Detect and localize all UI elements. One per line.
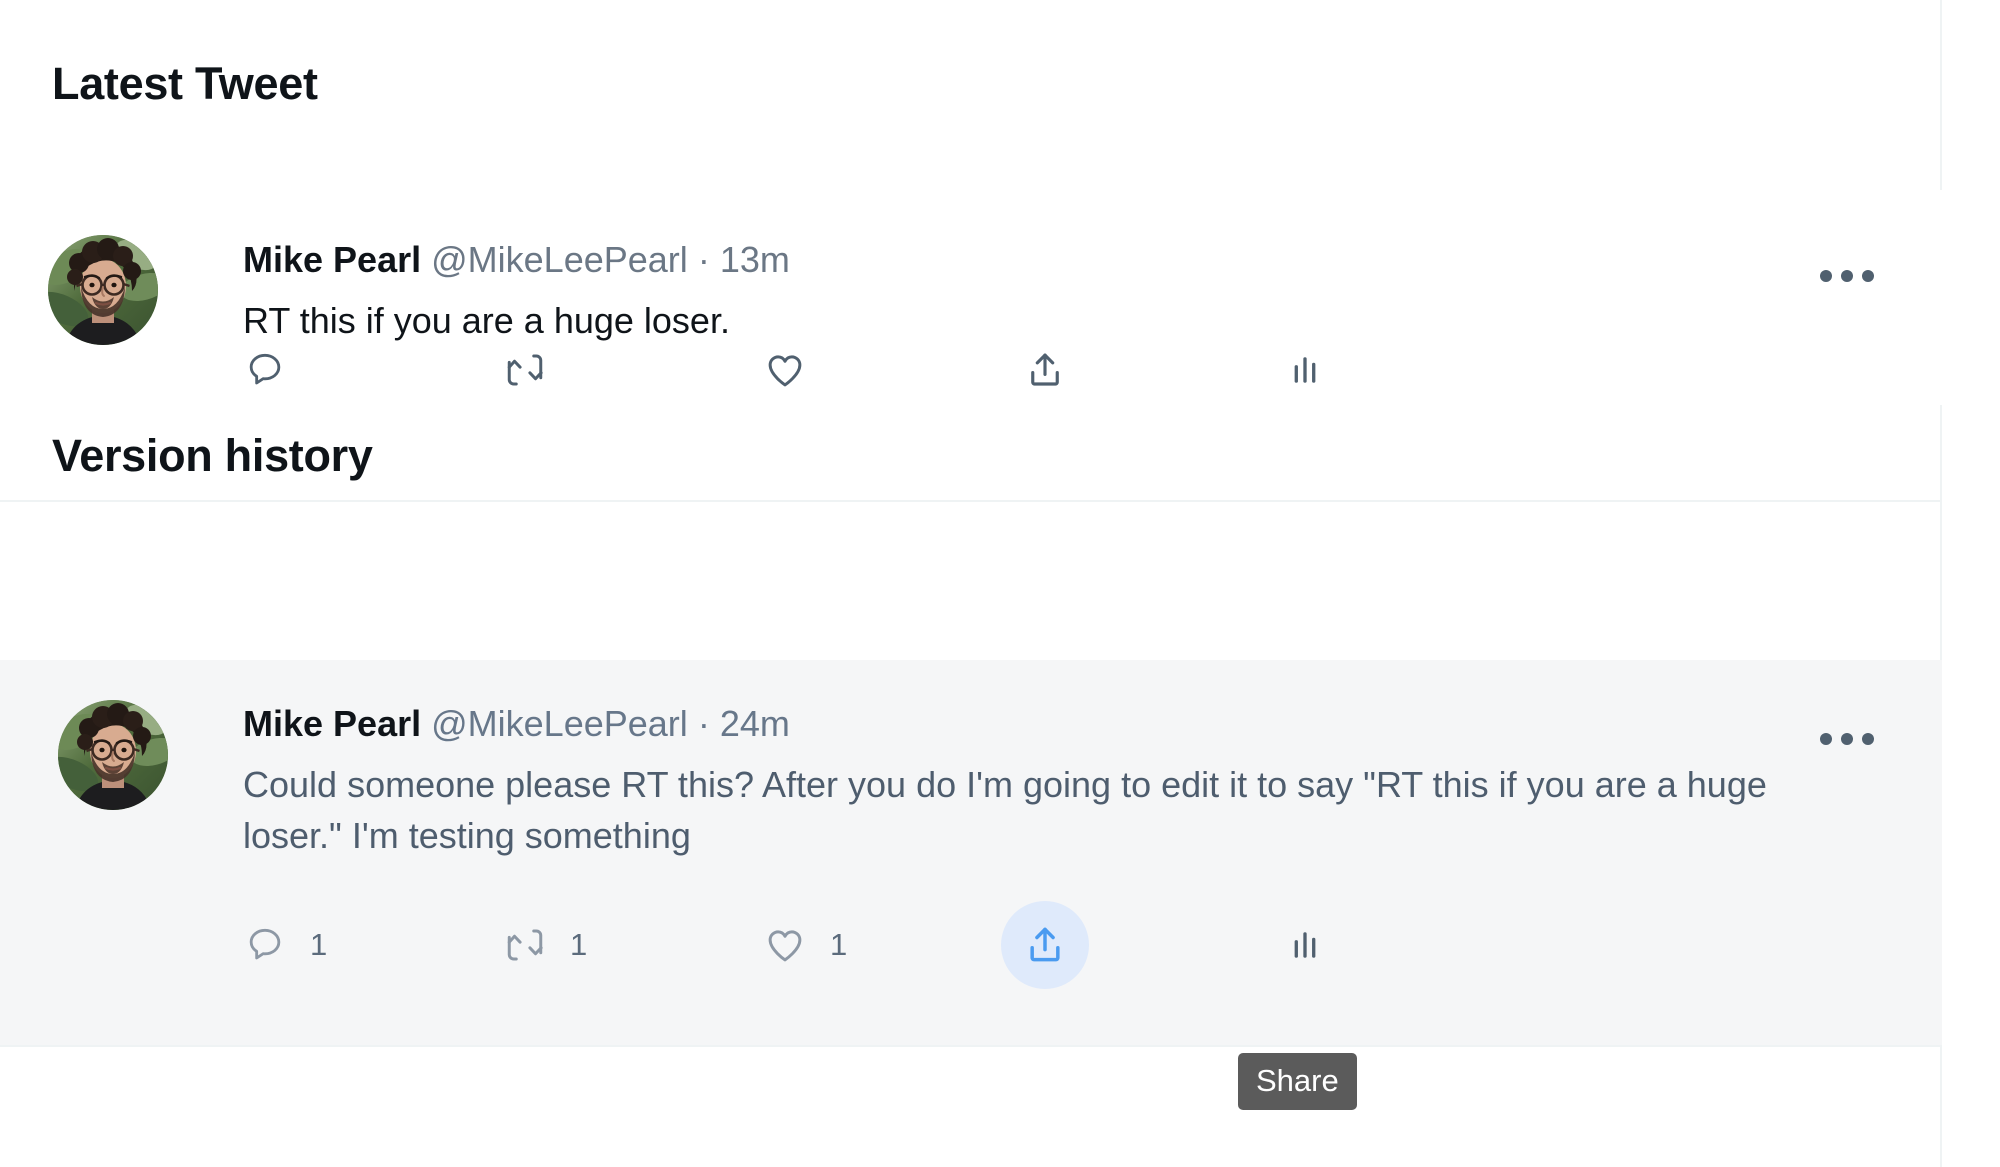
- section-heading-latest-tweet: Latest Tweet: [52, 58, 318, 109]
- retweet-button[interactable]: 1: [490, 910, 587, 980]
- retweet-count: 1: [570, 927, 588, 962]
- retweet-button[interactable]: [490, 335, 570, 405]
- separator-dot: ·: [697, 703, 710, 744]
- section-divider-1: [0, 500, 1942, 502]
- avatar[interactable]: [58, 700, 168, 810]
- share-tooltip: Share: [1238, 1053, 1357, 1110]
- tweet-latest[interactable]: Mike Pearl @MikeLeePearl · 13m RT this i…: [0, 190, 1942, 405]
- dot-2: [1841, 270, 1853, 282]
- avatar[interactable]: [48, 235, 158, 345]
- analytics-icon: [1270, 335, 1340, 405]
- share-icon: [1001, 901, 1089, 989]
- tweet-header: Mike Pearl @MikeLeePearl · 24m: [243, 702, 1843, 746]
- timeline-column: Latest Tweet Mike Pearl @MikeLeePearl · …: [0, 0, 1942, 1167]
- retweet-icon: [490, 335, 560, 405]
- share-icon: [1010, 335, 1080, 405]
- tweet-body: Mike Pearl @MikeLeePearl · 24m Could som…: [243, 702, 1843, 861]
- section-divider-2: [0, 1045, 1942, 1047]
- reply-icon: [230, 910, 300, 980]
- display-name[interactable]: Mike Pearl: [243, 703, 421, 744]
- tweet-body: Mike Pearl @MikeLeePearl · 13m RT this i…: [243, 238, 790, 346]
- separator-dot: ·: [697, 239, 710, 280]
- share-button[interactable]: [1001, 901, 1099, 989]
- views-button[interactable]: [1270, 910, 1350, 980]
- like-count: 1: [830, 927, 848, 962]
- tweet-text: Could someone please RT this? After you …: [243, 764, 1767, 856]
- share-button[interactable]: [1010, 335, 1090, 405]
- timestamp[interactable]: 13m: [720, 239, 790, 280]
- dot-2: [1841, 733, 1853, 745]
- analytics-icon: [1270, 910, 1340, 980]
- heart-icon: [750, 910, 820, 980]
- dot-1: [1820, 270, 1832, 282]
- timestamp[interactable]: 24m: [720, 703, 790, 744]
- user-handle[interactable]: @MikeLeePearl: [431, 703, 688, 744]
- right-gutter: [1944, 0, 2000, 1167]
- more-options-button[interactable]: [1816, 245, 1878, 307]
- dot-1: [1820, 733, 1832, 745]
- user-handle[interactable]: @MikeLeePearl: [431, 239, 688, 280]
- avatar-image: [48, 235, 158, 345]
- tweet-action-bar: 1 1 1: [243, 901, 1603, 989]
- screen-root: Latest Tweet Mike Pearl @MikeLeePearl · …: [0, 0, 2000, 1167]
- avatar-image: [58, 700, 168, 810]
- dot-3: [1862, 270, 1874, 282]
- tweet-action-bar: [243, 335, 1603, 405]
- views-button[interactable]: [1270, 335, 1350, 405]
- reply-icon: [230, 335, 300, 405]
- more-options-button[interactable]: [1816, 708, 1878, 770]
- tweet-header: Mike Pearl @MikeLeePearl · 13m: [243, 238, 790, 282]
- like-button[interactable]: [750, 335, 830, 405]
- reply-button[interactable]: 1: [230, 910, 327, 980]
- reply-count: 1: [310, 927, 328, 962]
- display-name[interactable]: Mike Pearl: [243, 239, 421, 280]
- section-heading-version-history: Version history: [52, 430, 373, 481]
- heart-icon: [750, 335, 820, 405]
- retweet-icon: [490, 910, 560, 980]
- like-button[interactable]: 1: [750, 910, 847, 980]
- reply-button[interactable]: [230, 335, 310, 405]
- tweet-version-history[interactable]: Mike Pearl @MikeLeePearl · 24m Could som…: [0, 660, 1942, 1045]
- dot-3: [1862, 733, 1874, 745]
